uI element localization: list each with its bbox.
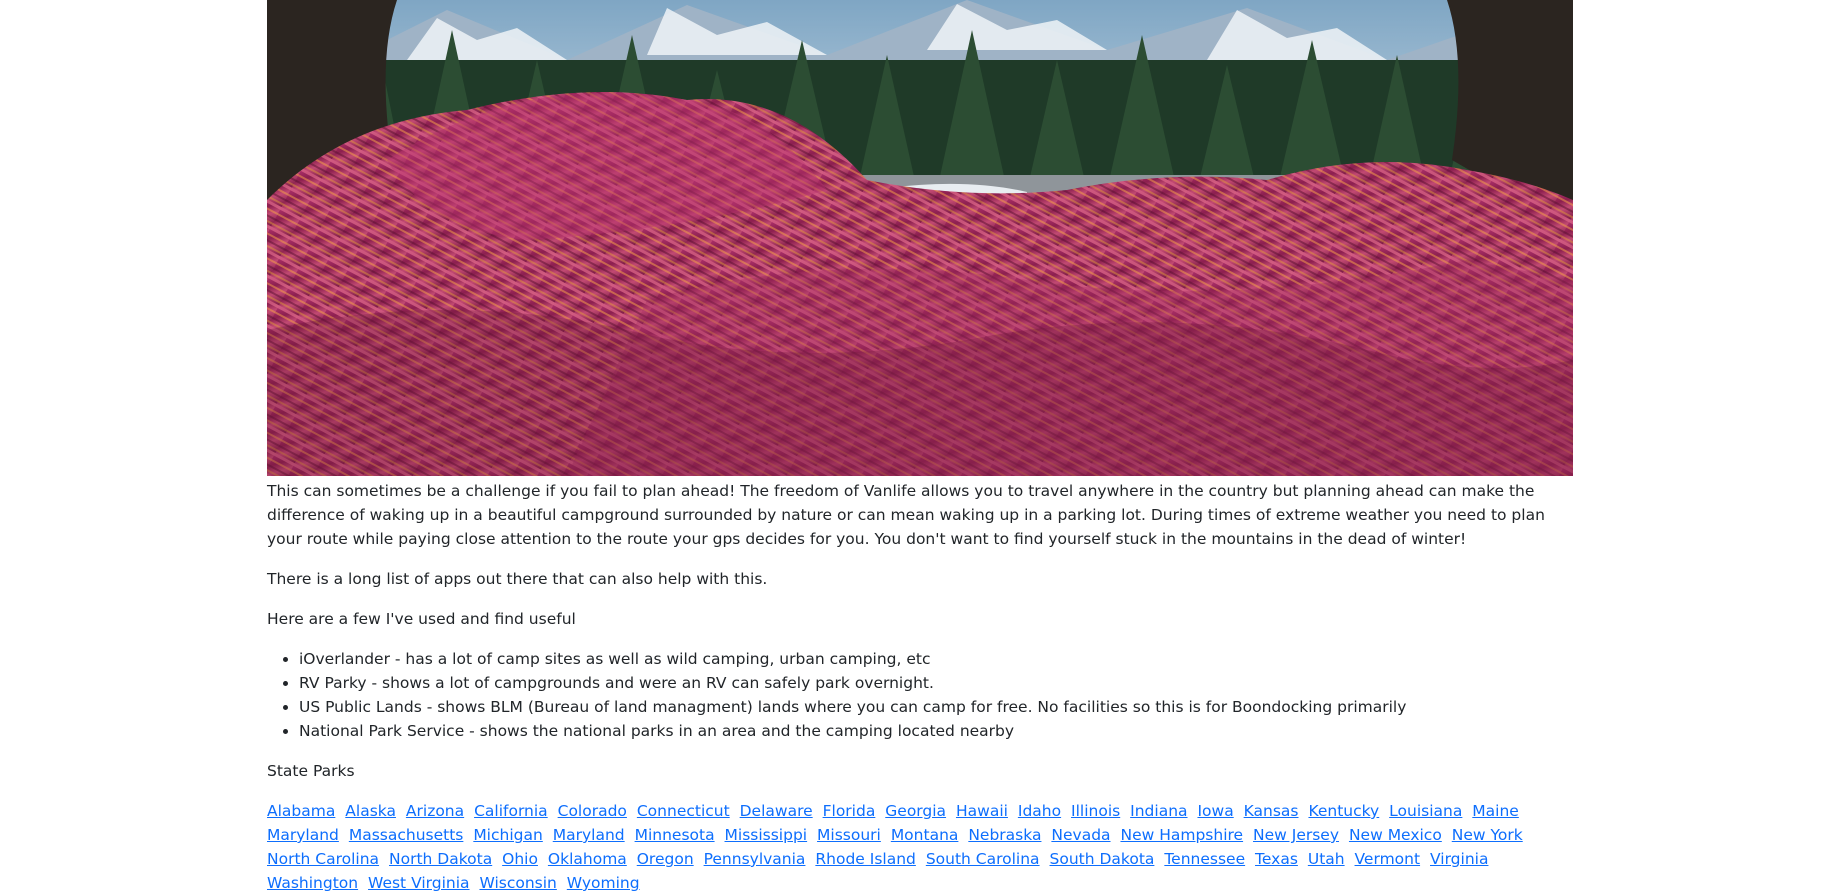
state-link-california[interactable]: California (474, 802, 548, 820)
list-item: RV Parky - shows a lot of campgrounds an… (299, 671, 1573, 695)
state-link-massachusetts[interactable]: Massachusetts (349, 826, 464, 844)
apps-list: iOverlander - has a lot of camp sites as… (267, 647, 1573, 743)
list-item: US Public Lands - shows BLM (Bureau of l… (299, 695, 1573, 719)
state-link-connecticut[interactable]: Connecticut (637, 802, 730, 820)
state-link-kansas[interactable]: Kansas (1244, 802, 1299, 820)
state-link-mississippi[interactable]: Mississippi (725, 826, 808, 844)
state-link-new-jersey[interactable]: New Jersey (1253, 826, 1339, 844)
state-link-south-carolina[interactable]: South Carolina (926, 850, 1040, 868)
hero-image (267, 0, 1573, 476)
state-link-colorado[interactable]: Colorado (558, 802, 627, 820)
state-link-georgia[interactable]: Georgia (885, 802, 946, 820)
list-item: National Park Service - shows the nation… (299, 719, 1573, 743)
state-link-montana[interactable]: Montana (891, 826, 959, 844)
state-link-tennessee[interactable]: Tennessee (1164, 850, 1245, 868)
useful-apps-intro: Here are a few I've used and find useful (267, 610, 576, 628)
state-link-rhode-island[interactable]: Rhode Island (815, 850, 916, 868)
state-link-alabama[interactable]: Alabama (267, 802, 335, 820)
state-link-kentucky[interactable]: Kentucky (1308, 802, 1379, 820)
state-link-nevada[interactable]: Nevada (1051, 826, 1110, 844)
state-link-wisconsin[interactable]: Wisconsin (479, 874, 556, 892)
state-link-idaho[interactable]: Idaho (1018, 802, 1061, 820)
article-content: This can sometimes be a challenge if you… (267, 0, 1573, 895)
state-link-michigan[interactable]: Michigan (473, 826, 543, 844)
state-link-illinois[interactable]: Illinois (1071, 802, 1120, 820)
state-link-north-dakota[interactable]: North Dakota (389, 850, 492, 868)
state-link-alaska[interactable]: Alaska (345, 802, 396, 820)
state-link-louisiana[interactable]: Louisiana (1389, 802, 1462, 820)
state-link-south-dakota[interactable]: South Dakota (1050, 850, 1155, 868)
state-link-maryland[interactable]: Maryland (553, 826, 625, 844)
state-link-vermont[interactable]: Vermont (1355, 850, 1421, 868)
state-link-oregon[interactable]: Oregon (637, 850, 694, 868)
state-links: Alabama Alaska Arizona California Colora… (267, 799, 1573, 895)
apps-list-intro: There is a long list of apps out there t… (267, 570, 768, 588)
state-link-nebraska[interactable]: Nebraska (968, 826, 1041, 844)
state-link-west-virginia[interactable]: West Virginia (368, 874, 469, 892)
state-link-washington[interactable]: Washington (267, 874, 358, 892)
state-link-arizona[interactable]: Arizona (406, 802, 464, 820)
state-link-maine[interactable]: Maine (1472, 802, 1519, 820)
state-link-ohio[interactable]: Ohio (502, 850, 538, 868)
state-link-maryland[interactable]: Maryland (267, 826, 339, 844)
state-link-new-mexico[interactable]: New Mexico (1349, 826, 1442, 844)
state-link-texas[interactable]: Texas (1255, 850, 1298, 868)
state-link-hawaii[interactable]: Hawaii (956, 802, 1008, 820)
state-parks-heading: State Parks (267, 762, 355, 780)
state-link-pennsylvania[interactable]: Pennsylvania (704, 850, 806, 868)
state-link-iowa[interactable]: Iowa (1197, 802, 1233, 820)
state-link-new-hampshire[interactable]: New Hampshire (1120, 826, 1243, 844)
state-link-delaware[interactable]: Delaware (740, 802, 813, 820)
state-link-utah[interactable]: Utah (1308, 850, 1345, 868)
intro-paragraph: This can sometimes be a challenge if you… (267, 482, 1545, 548)
van-bed-mountain-view-photo-icon (267, 0, 1573, 476)
list-item: iOverlander - has a lot of camp sites as… (299, 647, 1573, 671)
state-link-indiana[interactable]: Indiana (1130, 802, 1187, 820)
state-link-missouri[interactable]: Missouri (817, 826, 881, 844)
state-link-oklahoma[interactable]: Oklahoma (548, 850, 627, 868)
state-link-new-york[interactable]: New York (1452, 826, 1523, 844)
state-link-wyoming[interactable]: Wyoming (567, 874, 640, 892)
state-link-florida[interactable]: Florida (823, 802, 876, 820)
state-link-minnesota[interactable]: Minnesota (635, 826, 715, 844)
state-link-virginia[interactable]: Virginia (1430, 850, 1488, 868)
state-link-north-carolina[interactable]: North Carolina (267, 850, 379, 868)
